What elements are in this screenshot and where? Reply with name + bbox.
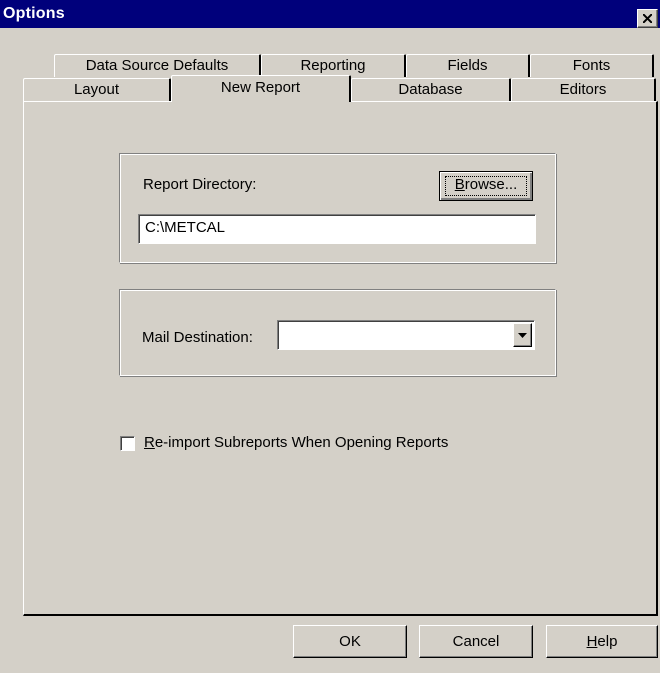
mail-destination-group: Mail Destination: [119,289,556,376]
tab-label: Reporting [300,57,366,74]
tab-new-report[interactable]: New Report [171,75,351,102]
help-button[interactable]: Help [546,625,658,658]
tab-label: Database [398,81,463,98]
mail-destination-label: Mail Destination: [142,329,253,346]
cancel-button[interactable]: Cancel [419,625,533,658]
browse-button[interactable]: Browse... [439,171,533,201]
tab-fonts[interactable]: Fonts [530,54,654,77]
tab-editors[interactable]: Editors [511,78,656,101]
tab-label: Fields [447,57,488,74]
mail-destination-select[interactable] [277,320,535,350]
help-button-label: Help [586,633,618,650]
report-directory-label: Report Directory: [143,176,257,193]
tab-database[interactable]: Database [351,78,511,101]
tab-label: Editors [559,81,607,98]
reimport-subreports-label: Re-import Subreports When Opening Report… [144,434,449,451]
options-dialog: Options Data Source Defaults Reporting F… [0,0,660,673]
checkbox-box[interactable] [120,436,135,451]
tab-label: New Report [220,79,301,96]
tab-panel-new-report: Report Directory: Browse... C:\METCAL Ma… [23,101,658,616]
chevron-down-icon [518,333,527,338]
dropdown-button[interactable] [513,323,532,347]
tab-label: Data Source Defaults [85,57,229,74]
tab-layout[interactable]: Layout [23,78,171,101]
tab-fields[interactable]: Fields [406,54,530,77]
tab-label: Layout [73,81,120,98]
ok-button[interactable]: OK [293,625,407,658]
tab-data-source-defaults[interactable]: Data Source Defaults [54,54,261,77]
close-icon [643,14,652,23]
report-directory-input[interactable]: C:\METCAL [138,214,536,244]
title-bar: Options [0,0,660,28]
report-directory-group: Report Directory: Browse... C:\METCAL [119,153,556,263]
window-title: Options [3,5,65,22]
focus-rect [445,176,527,196]
tab-reporting[interactable]: Reporting [261,54,406,77]
close-button[interactable] [637,9,658,28]
reimport-subreports-checkbox[interactable]: Re-import Subreports When Opening Report… [120,434,520,454]
tab-label: Fonts [572,57,611,74]
